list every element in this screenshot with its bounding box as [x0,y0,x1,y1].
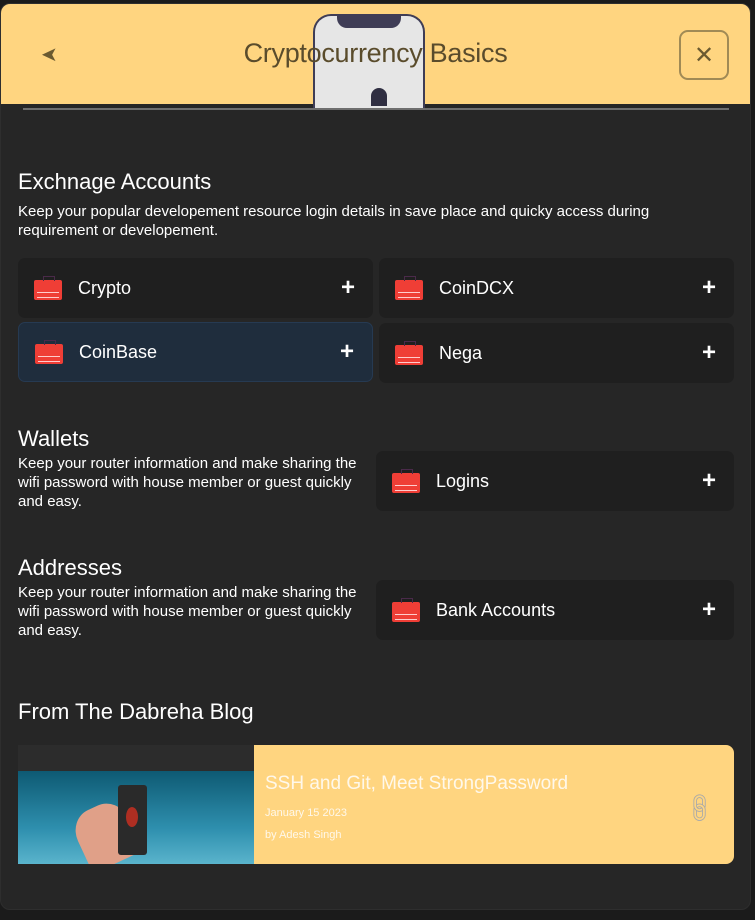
plus-icon[interactable]: + [341,274,355,302]
card-bank-accounts[interactable]: Bank Accounts + [376,580,734,640]
blog-date: January 15 2023 [265,807,347,819]
card-nega[interactable]: Nega + [379,323,734,383]
card-label: Nega [439,342,483,363]
card-label: CoinDCX [439,277,515,298]
blog-title[interactable]: SSH and Git, Meet StrongPassword [265,773,568,795]
card-crypto[interactable]: Crypto + [18,258,373,318]
page-title: Cryptocurrency Basics [243,38,508,68]
card-label: Logins [436,470,490,491]
section-title-addresses: Addresses [18,555,122,580]
close-button[interactable]: ✕ [679,30,729,80]
section-title-wallets: Wallets [18,426,90,451]
section-desc-exchange: Keep your popular developement resource … [18,203,650,239]
modal-header: ➤ Cryptocurrency Basics ✕ [1,4,750,109]
divider [23,108,729,110]
close-icon: ✕ [693,41,715,69]
toolbox-icon [395,276,423,300]
card-coinbase[interactable]: CoinBase + [18,322,373,382]
modal: ➤ Cryptocurrency Basics ✕ Exchnage Accou… [0,3,751,910]
blog-section-title: From The Dabreha Blog [18,699,254,724]
card-label: Bank Accounts [436,599,556,620]
plus-icon[interactable]: + [702,596,716,624]
section-desc-wallets: Keep your router information and make sh… [18,455,357,510]
card-label: CoinBase [79,341,158,362]
plus-icon[interactable]: + [702,274,716,302]
blog-card[interactable]: SSH and Git, Meet StrongPassword January… [18,745,734,864]
link-icon[interactable]: 🔗︎ [681,789,719,827]
plus-icon[interactable]: + [702,467,716,495]
section-desc-addresses: Keep your router information and make sh… [18,584,357,639]
card-coindcx[interactable]: CoinDCX + [379,258,734,318]
toolbox-icon [392,598,420,622]
blog-image [18,745,254,864]
toolbox-icon [35,340,63,364]
toolbox-icon [34,276,62,300]
card-logins[interactable]: Logins + [376,451,734,511]
section-title-exchange: Exchnage Accounts [18,169,212,194]
blog-author: by Adesh Singh [265,829,342,841]
toolbox-icon [395,341,423,365]
toolbox-icon [392,469,420,493]
card-label: Crypto [78,277,132,298]
plus-icon[interactable]: + [340,338,354,366]
plus-icon[interactable]: + [702,339,716,367]
